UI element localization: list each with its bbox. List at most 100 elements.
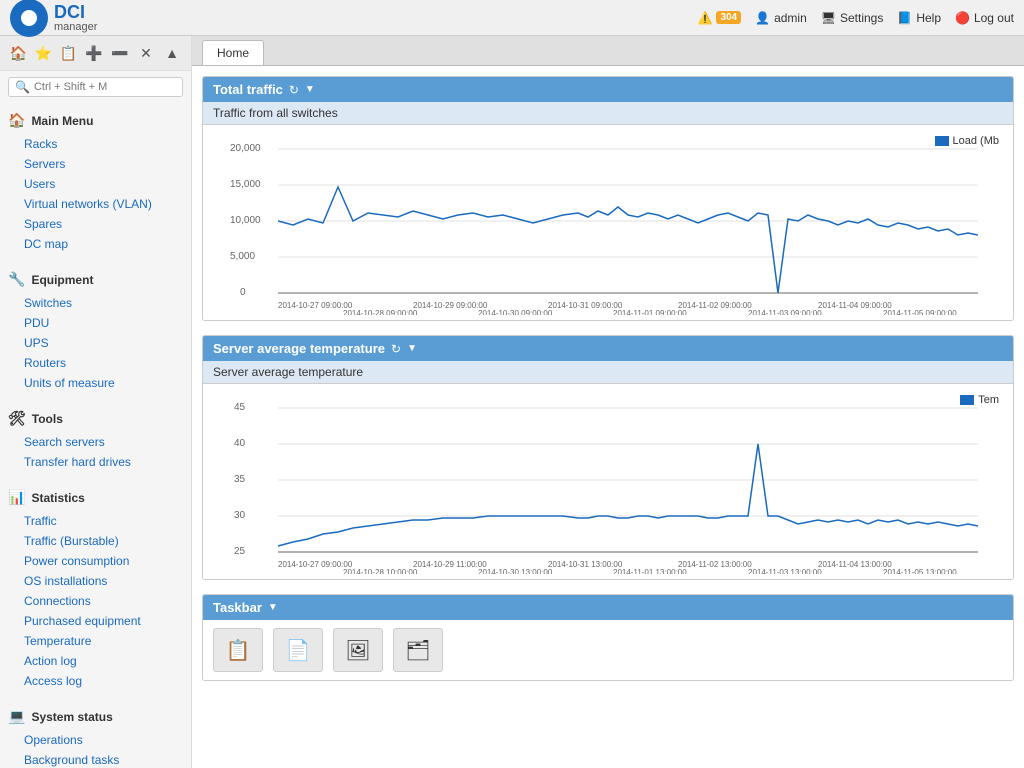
sidebar-item-search-servers[interactable]: Search servers [0, 432, 191, 452]
sidebar-item-background-tasks[interactable]: Background tasks [0, 750, 191, 768]
sidebar-item-power[interactable]: Power consumption [0, 551, 191, 571]
taskbar-icon-1[interactable]: 📋 [213, 628, 263, 672]
legend-color-temp [960, 395, 974, 405]
user-icon: 👤 [755, 11, 770, 25]
server-temp-subtitle: Server average temperature [203, 361, 1013, 384]
sidebar-item-action-log[interactable]: Action log [0, 651, 191, 671]
svg-text:2014-10-31 09:00:00: 2014-10-31 09:00:00 [548, 301, 623, 310]
section-label-main-menu: Main Menu [31, 114, 93, 128]
svg-text:2014-11-04 13:00:00: 2014-11-04 13:00:00 [818, 560, 892, 569]
taskbar-panel: Taskbar ▼ 📋 📄 🖼 🗂 [202, 594, 1014, 681]
admin-label: admin [774, 11, 807, 25]
section-header-equipment[interactable]: 🔧 Equipment [0, 266, 191, 293]
svg-text:15,000: 15,000 [230, 179, 261, 190]
sidebar-item-spares[interactable]: Spares [0, 214, 191, 234]
server-temp-dropdown-icon[interactable]: ▼ [407, 343, 417, 354]
sidebar-item-units[interactable]: Units of measure [0, 373, 191, 393]
svg-text:5,000: 5,000 [230, 251, 255, 262]
svg-text:2014-10-29 09:00:00: 2014-10-29 09:00:00 [413, 301, 488, 310]
sidebar-item-dcmap[interactable]: DC map [0, 234, 191, 254]
sidebar-item-servers[interactable]: Servers [0, 154, 191, 174]
sidebar-item-traffic-burstable[interactable]: Traffic (Burstable) [0, 531, 191, 551]
sidebar-item-temperature[interactable]: Temperature [0, 631, 191, 651]
sidebar-item-traffic[interactable]: Traffic [0, 511, 191, 531]
scroll-up-button[interactable]: ▲ [161, 42, 183, 64]
section-main-menu: 🏠 Main Menu Racks Servers Users Virtual … [0, 103, 191, 258]
svg-text:2014-10-28 10:00:00: 2014-10-28 10:00:00 [343, 568, 418, 574]
section-header-main-menu[interactable]: 🏠 Main Menu [0, 107, 191, 134]
sidebar-item-purchased[interactable]: Purchased equipment [0, 611, 191, 631]
section-tools: 🛠 Tools Search servers Transfer hard dri… [0, 401, 191, 476]
home-tool-button[interactable]: 🏠 [8, 42, 29, 64]
settings-button[interactable]: 🖥 Settings [821, 11, 884, 25]
logout-button[interactable]: 🔴 Log out [955, 11, 1014, 25]
search-input[interactable] [34, 81, 176, 93]
legend-label-load: Load (Mb [953, 135, 999, 147]
taskbar-dropdown-icon[interactable]: ▼ [268, 602, 278, 613]
system-status-icon: 💻 [8, 708, 25, 725]
sidebar-item-transfer[interactable]: Transfer hard drives [0, 452, 191, 472]
taskbar-icon-4[interactable]: 🗂 [393, 628, 443, 672]
tab-home[interactable]: Home [202, 40, 264, 65]
admin-button[interactable]: 👤 admin [755, 11, 807, 25]
content-area: Total traffic ↻ ▼ Traffic from all switc… [192, 66, 1024, 768]
server-temp-body: Tem 45 40 35 30 25 [203, 384, 1013, 579]
logo-text-block: DCI manager [54, 3, 97, 33]
taskbar-icon-3[interactable]: 🖼 [333, 628, 383, 672]
server-temp-title: Server average temperature [213, 341, 385, 356]
total-traffic-panel: Total traffic ↻ ▼ Traffic from all switc… [202, 76, 1014, 321]
sidebar-item-switches[interactable]: Switches [0, 293, 191, 313]
taskbar-icon-2[interactable]: 📄 [273, 628, 323, 672]
sidebar-item-routers[interactable]: Routers [0, 353, 191, 373]
server-temp-header: Server average temperature ↻ ▼ [203, 336, 1013, 361]
section-equipment: 🔧 Equipment Switches PDU UPS Routers Uni… [0, 262, 191, 397]
server-temp-svg: 45 40 35 30 25 2014-10- [213, 394, 1003, 574]
sidebar-item-users[interactable]: Users [0, 174, 191, 194]
server-temp-refresh-icon[interactable]: ↻ [391, 342, 401, 356]
expand-tool-button[interactable]: ✕ [135, 42, 157, 64]
total-traffic-dropdown-icon[interactable]: ▼ [305, 84, 315, 95]
sidebar-item-vlan[interactable]: Virtual networks (VLAN) [0, 194, 191, 214]
section-header-system-status[interactable]: 💻 System status [0, 703, 191, 730]
statistics-icon: 📊 [8, 489, 25, 506]
settings-icon: 🖥 [821, 11, 836, 25]
total-traffic-subtitle: Traffic from all switches [203, 102, 1013, 125]
total-traffic-title: Total traffic [213, 82, 283, 97]
sidebar-item-operations[interactable]: Operations [0, 730, 191, 750]
sidebar-item-connections[interactable]: Connections [0, 591, 191, 611]
svg-text:2014-10-30 09:00:00: 2014-10-30 09:00:00 [478, 309, 553, 315]
svg-text:2014-10-27 09:00:00: 2014-10-27 09:00:00 [278, 301, 353, 310]
total-traffic-refresh-icon[interactable]: ↻ [289, 83, 299, 97]
sidebar-search-bar[interactable]: 🔍 [8, 77, 183, 97]
sidebar-item-os[interactable]: OS installations [0, 571, 191, 591]
tools-icon: 🛠 [8, 410, 26, 427]
sidebar-item-racks[interactable]: Racks [0, 134, 191, 154]
taskbar-icons-row: 📋 📄 🖼 🗂 [203, 620, 1013, 680]
svg-text:2014-11-05 09:00:00: 2014-11-05 09:00:00 [883, 309, 957, 315]
logout-label: Log out [974, 11, 1014, 25]
section-header-statistics[interactable]: 📊 Statistics [0, 484, 191, 511]
taskbar-title: Taskbar [213, 600, 262, 615]
server-temp-panel: Server average temperature ↻ ▼ Server av… [202, 335, 1014, 580]
sidebar-item-pdu[interactable]: PDU [0, 313, 191, 333]
notification-button[interactable]: ⚠️ 304 [697, 11, 741, 25]
svg-text:0: 0 [240, 287, 246, 298]
add-tool-button[interactable]: ➕ [83, 42, 105, 64]
svg-text:2014-11-04 09:00:00: 2014-11-04 09:00:00 [818, 301, 892, 310]
svg-text:2014-11-03 09:00:00: 2014-11-03 09:00:00 [748, 309, 822, 315]
logout-icon: 🔴 [955, 11, 970, 25]
sidebar-item-access-log[interactable]: Access log [0, 671, 191, 691]
section-header-tools[interactable]: 🛠 Tools [0, 405, 191, 432]
minus-tool-button[interactable]: ➖ [109, 42, 131, 64]
taskbar-header: Taskbar ▼ [203, 595, 1013, 620]
sidebar-toolbar: 🏠 ⭐ 📋 ➕ ➖ ✕ ▲ [0, 36, 191, 71]
sidebar-item-ups[interactable]: UPS [0, 333, 191, 353]
main-menu-icon: 🏠 [8, 112, 25, 129]
svg-text:2014-10-29 11:00:00: 2014-10-29 11:00:00 [413, 560, 487, 569]
section-label-statistics: Statistics [31, 491, 84, 505]
help-button[interactable]: 📘 Help [897, 11, 941, 25]
legend-color-load [935, 136, 949, 146]
copy-tool-button[interactable]: 📋 [58, 42, 79, 64]
svg-text:2014-11-05 13:00:00: 2014-11-05 13:00:00 [883, 568, 957, 574]
star-tool-button[interactable]: ⭐ [33, 42, 54, 64]
